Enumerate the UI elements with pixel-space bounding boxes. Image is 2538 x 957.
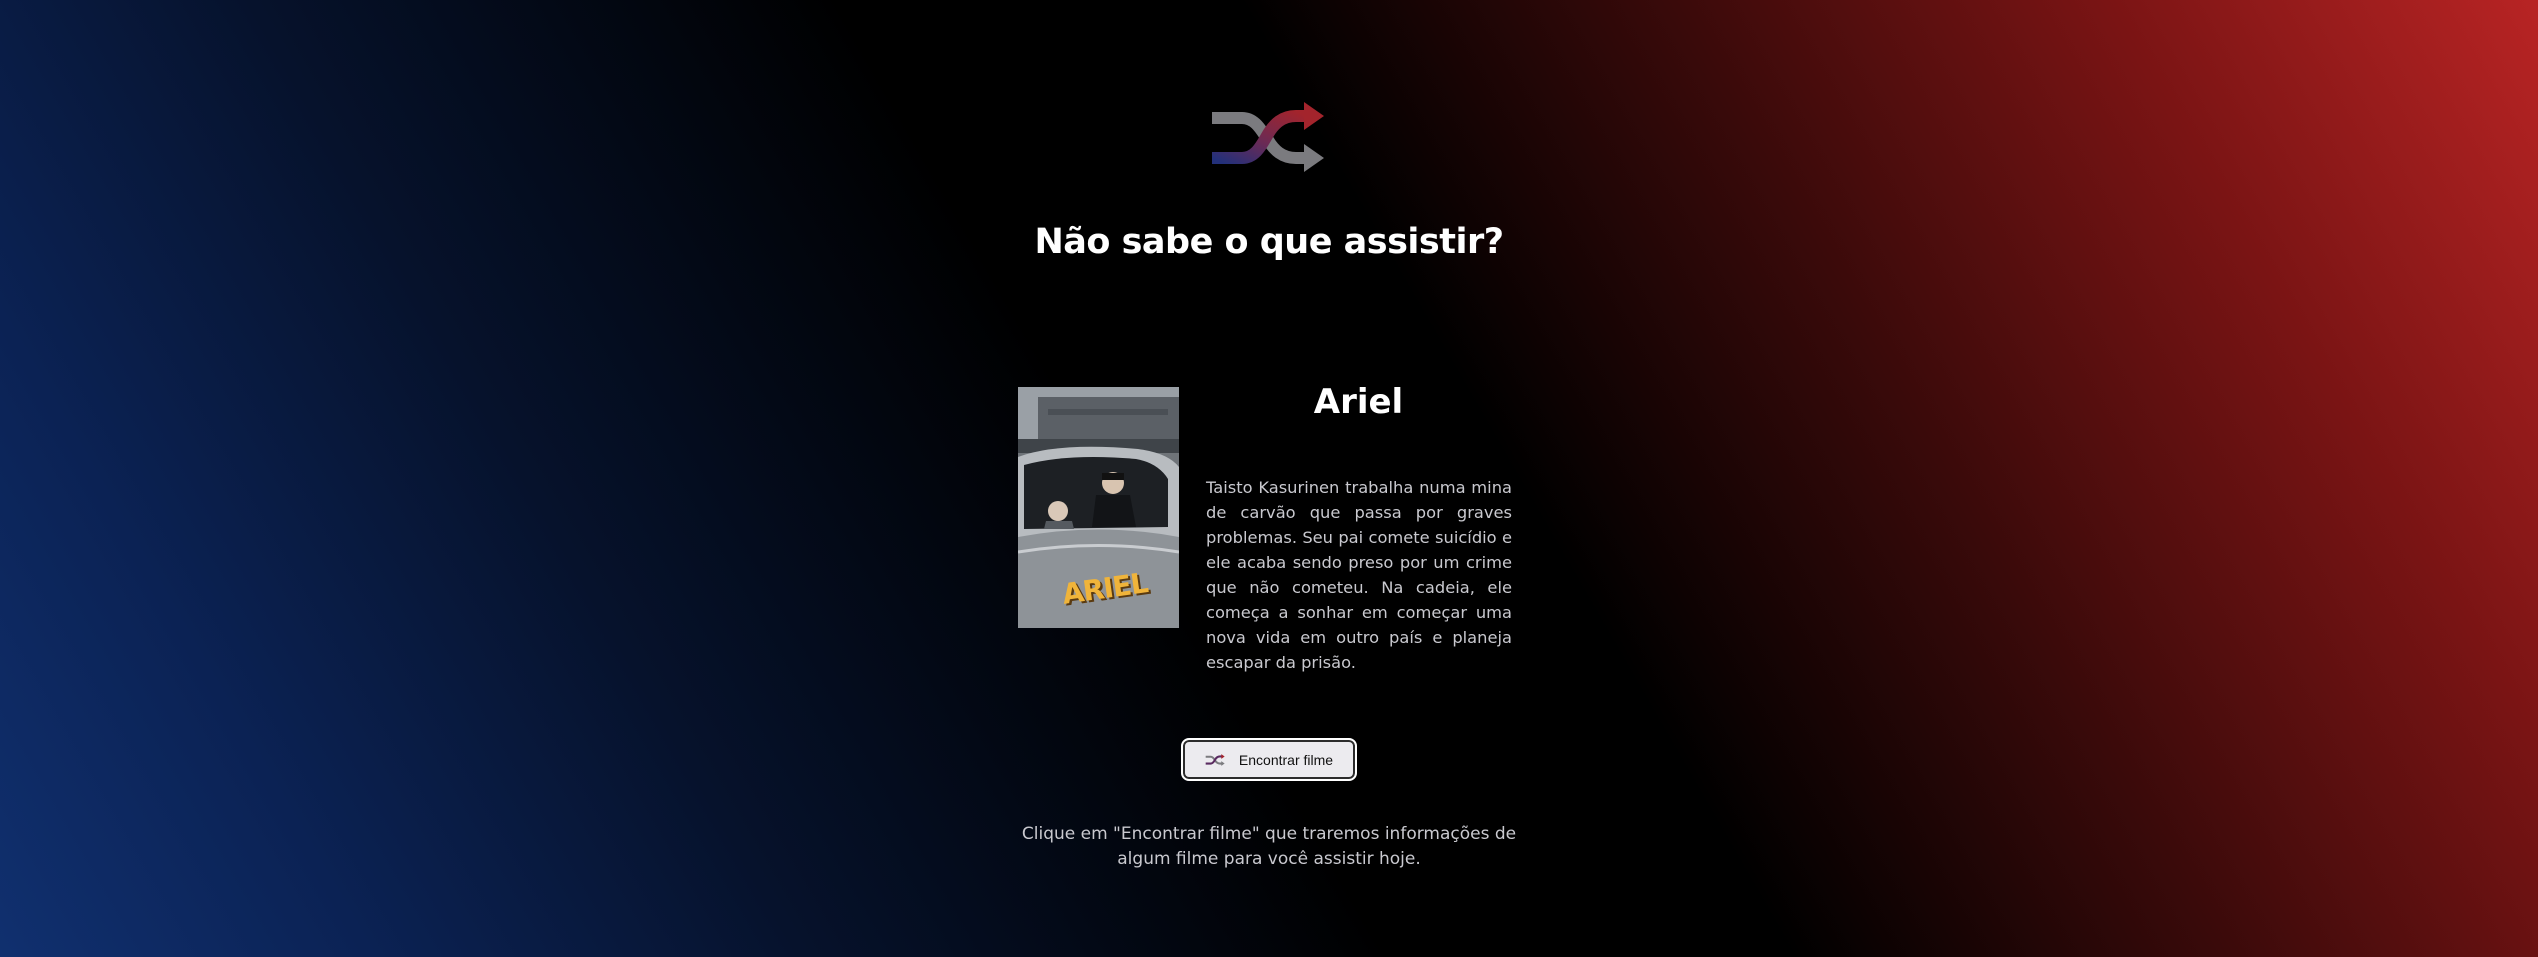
page-title: Não sabe o que assistir? <box>1034 222 1504 262</box>
hint-text: Clique em "Encontrar filme" que traremos… <box>1021 824 1517 869</box>
movie-poster: ARIEL <box>1018 387 1179 628</box>
shuffle-icon <box>1212 102 1324 172</box>
movie-overview: Taisto Kasurinen trabalha numa mina de c… <box>1206 478 1512 672</box>
find-movie-button-label: Encontrar filme <box>1238 751 1334 768</box>
find-movie-button[interactable]: Encontrar filme <box>1181 738 1357 781</box>
shuffle-icon <box>1205 753 1225 766</box>
main-content: Não sabe o que assistir? ARIEL Ariel Tai… <box>0 0 2538 957</box>
movie-title: Ariel <box>1313 382 1404 422</box>
